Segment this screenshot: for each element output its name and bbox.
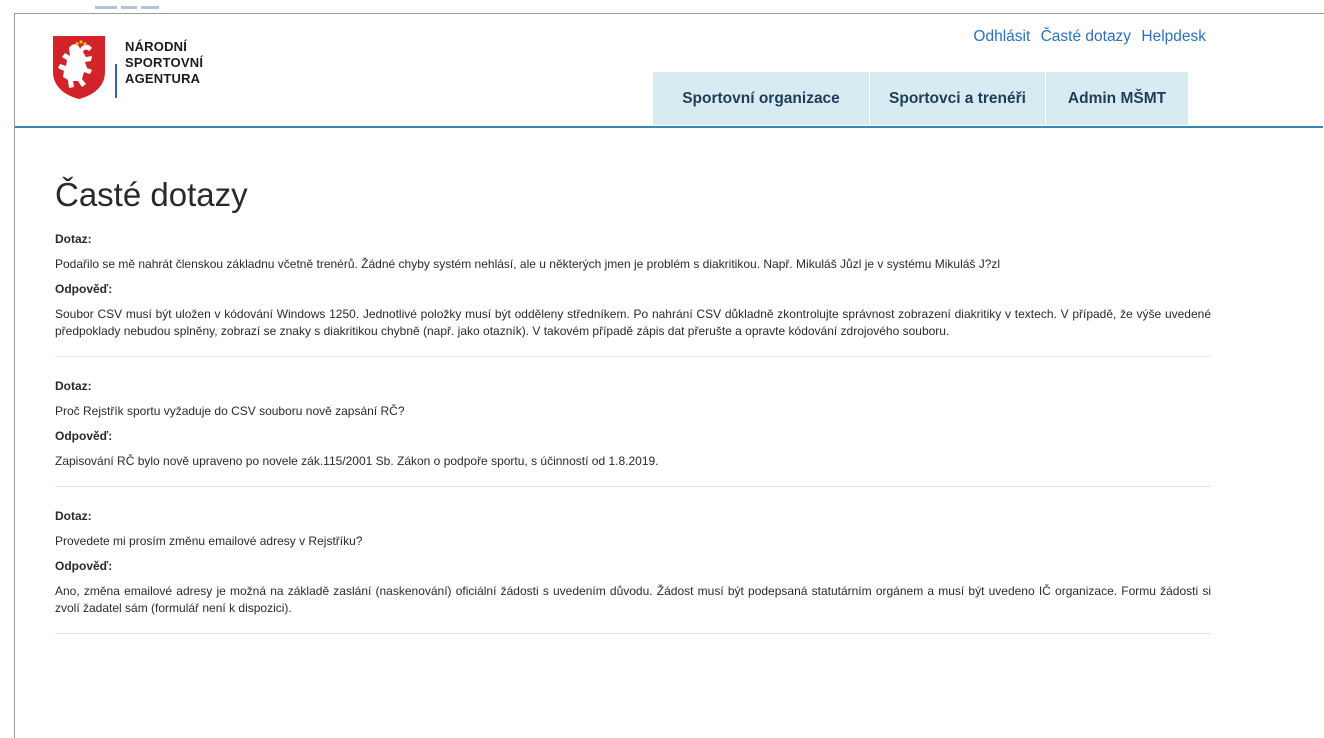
logo-accent-bar [115, 64, 117, 98]
agency-logo[interactable]: NÁRODNÍ SPORTOVNÍ AGENTURA [51, 34, 251, 104]
tab-athletes-and-coaches[interactable]: Sportovci a trenéři [870, 72, 1046, 125]
faq-item: Dotaz: Podařilo se mě nahrát členskou zá… [55, 232, 1211, 357]
logo-line-1: NÁRODNÍ [125, 39, 188, 54]
question-text: Proč Rejstřík sportu vyžaduje do CSV sou… [55, 404, 405, 418]
page-title: Časté dotazy [55, 176, 248, 213]
answer-label: Odpověď: [55, 559, 113, 573]
cropped-top-fragment [95, 6, 185, 12]
question-label: Dotaz: [55, 509, 92, 523]
logo-line-3: AGENTURA [125, 71, 201, 86]
question-text: Provedete mi prosím změnu emailové adres… [55, 534, 363, 548]
tab-admin-msmt[interactable]: Admin MŠMT [1046, 72, 1188, 125]
site-header: NÁRODNÍ SPORTOVNÍ AGENTURA Odhlásit Čast… [15, 14, 1323, 128]
czech-coat-of-arms-icon [53, 36, 105, 99]
logout-link[interactable]: Odhlásit [973, 28, 1030, 45]
logo-line-2: SPORTOVNÍ [125, 55, 204, 70]
browser-page: NÁRODNÍ SPORTOVNÍ AGENTURA Odhlásit Čast… [14, 13, 1324, 738]
logo-wordmark: NÁRODNÍ SPORTOVNÍ AGENTURA [125, 39, 203, 87]
helpdesk-link[interactable]: Helpdesk [1141, 28, 1206, 45]
main-navigation: Sportovní organizace Sportovci a trenéři… [653, 72, 1188, 125]
answer-label: Odpověď: [55, 429, 113, 443]
faq-item: Dotaz: Proč Rejstřík sportu vyžaduje do … [55, 379, 1211, 487]
question-label: Dotaz: [55, 379, 92, 393]
question-label: Dotaz: [55, 232, 92, 246]
answer-label: Odpověď: [55, 282, 113, 296]
answer-text: Ano, změna emailové adresy je možná na z… [55, 584, 1211, 615]
answer-text: Zapisování RČ bylo nově upraveno po nove… [55, 454, 659, 468]
faq-list: Dotaz: Podařilo se mě nahrát členskou zá… [55, 232, 1211, 656]
faq-link[interactable]: Časté dotazy [1041, 28, 1131, 45]
utility-links: Odhlásit Časté dotazy Helpdesk [967, 28, 1206, 46]
faq-item: Dotaz: Provedete mi prosím změnu emailov… [55, 509, 1211, 634]
answer-text: Soubor CSV musí být uložen v kódování Wi… [55, 307, 1211, 338]
question-text: Podařilo se mě nahrát členskou základnu … [55, 257, 1001, 271]
tab-sports-organizations[interactable]: Sportovní organizace [653, 72, 870, 125]
